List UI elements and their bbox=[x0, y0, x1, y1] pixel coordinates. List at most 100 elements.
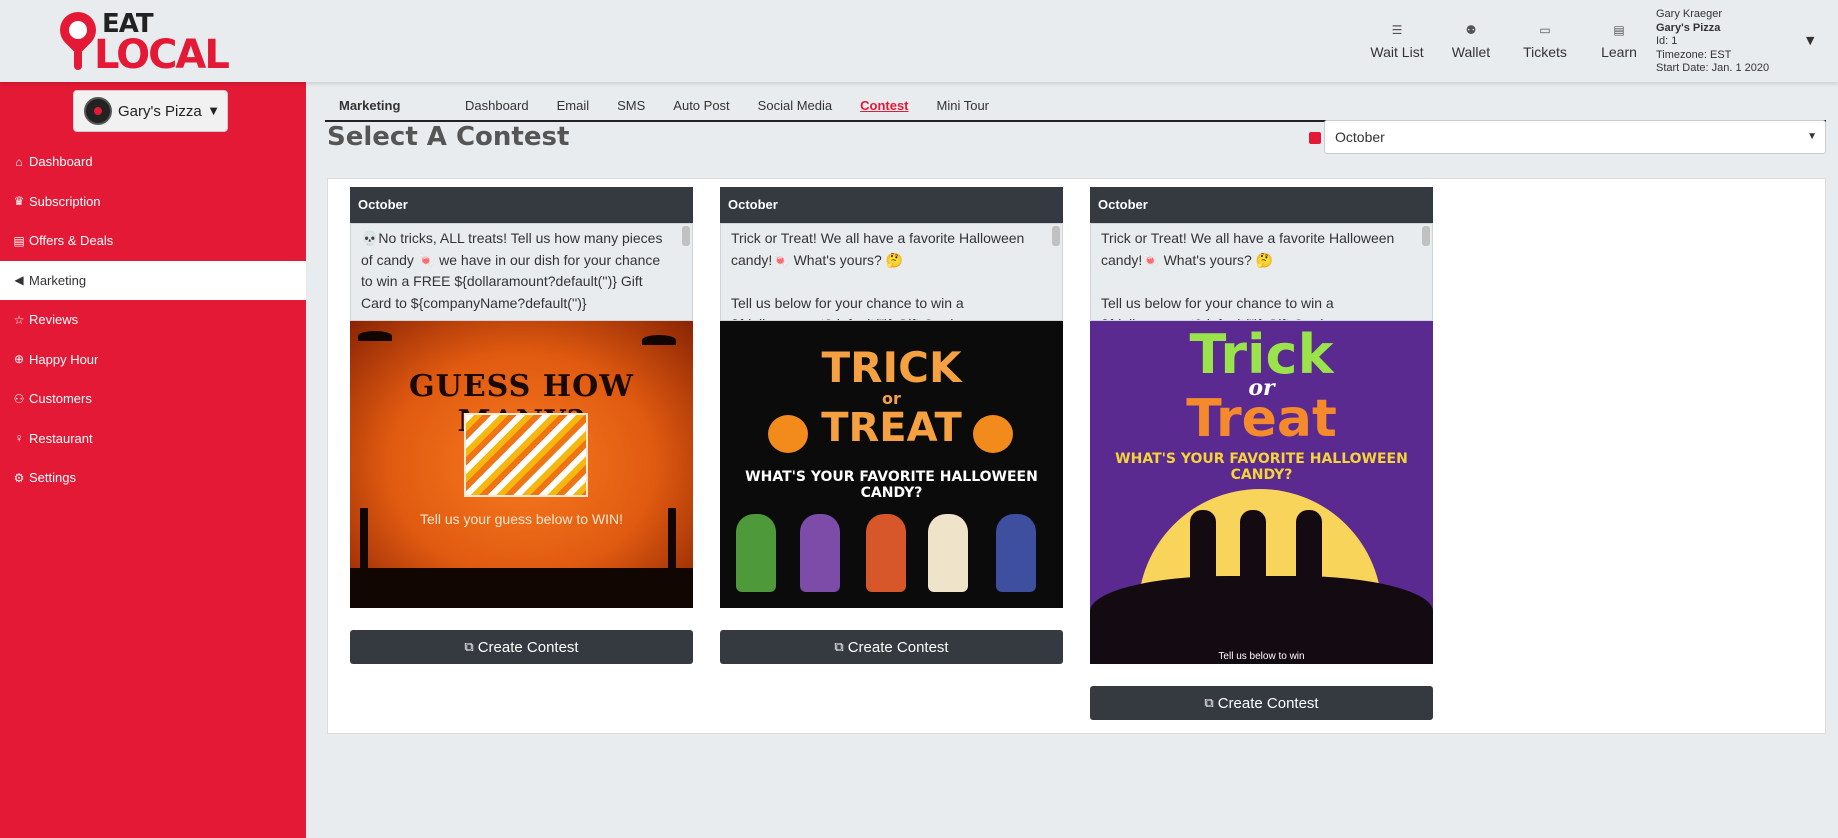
chevron-down-icon: ▼ bbox=[1807, 131, 1817, 142]
create-contest-button[interactable]: ⧉ Create Contest bbox=[1090, 686, 1433, 720]
card-header: October bbox=[350, 187, 693, 223]
contest-card: October Trick or Treat! We all have a fa… bbox=[720, 187, 1063, 664]
month-select-value: October bbox=[1335, 129, 1385, 145]
calendar-icon bbox=[1309, 132, 1321, 144]
contest-image: GUESS HOW MANY? Tell us your guess below… bbox=[350, 321, 693, 608]
sidebar-item-dashboard[interactable]: ⌂ Dashboard bbox=[0, 142, 306, 182]
top-nav-label: Tickets bbox=[1523, 44, 1567, 60]
top-nav: ☰ Wait List ⚉ Wallet ▭ Tickets ▤ Learn bbox=[1362, 22, 1658, 60]
contest-panel: October 💀No tricks, ALL treats! Tell us … bbox=[327, 178, 1826, 734]
sidebar-item-offers-deals[interactable]: ▤ Offers & Deals bbox=[0, 221, 306, 261]
ticket-icon: ▭ bbox=[1539, 23, 1551, 37]
user-id: Id: 1 bbox=[1656, 35, 1678, 47]
candy-jar-image bbox=[464, 413, 588, 497]
business-avatar bbox=[84, 97, 112, 125]
sidebar-item-label: Reviews bbox=[29, 312, 79, 328]
main-content: Marketing Dashboard Email SMS Auto Post … bbox=[306, 82, 1838, 838]
cocktail-icon: ⊕ bbox=[13, 352, 25, 367]
user-start-date: Start Date: Jan. 1 2020 bbox=[1656, 62, 1770, 74]
marketing-subnav: Marketing Dashboard Email SMS Auto Post … bbox=[325, 90, 1826, 122]
sidebar-item-label: Offers & Deals bbox=[29, 233, 114, 249]
witch-kid-figure bbox=[866, 514, 906, 592]
contest-image-subtitle: WHAT'S YOUR FAVORITE HALLOWEEN CANDY? bbox=[745, 469, 1038, 501]
top-nav-learn[interactable]: ▤ Learn bbox=[1584, 22, 1654, 60]
copy-icon: ⧉ bbox=[464, 639, 474, 654]
bat-shape bbox=[358, 331, 392, 341]
scrollbar-thumb[interactable] bbox=[682, 226, 690, 246]
copy-icon: ⧉ bbox=[1204, 695, 1214, 710]
top-nav-label: Wallet bbox=[1451, 44, 1491, 60]
sidebar-item-label: Happy Hour bbox=[29, 351, 99, 367]
sidebar-menu: ⌂ Dashboard ♛ Subscription ▤ Offers & De… bbox=[0, 142, 306, 498]
top-nav-wait-list[interactable]: ☰ Wait List bbox=[1362, 22, 1432, 60]
dinosaur-kid-figure bbox=[736, 514, 776, 592]
eat-local-logo[interactable]: EAT LOCAL bbox=[52, 4, 248, 76]
contest-image: Trick Treat or WHAT'S YOUR FAVORITE HALL… bbox=[1090, 321, 1433, 664]
top-nav-tickets[interactable]: ▭ Tickets bbox=[1510, 22, 1580, 60]
home-icon: ⌂ bbox=[15, 154, 23, 169]
contest-text-area[interactable]: Trick or Treat! We all have a favorite H… bbox=[720, 223, 1063, 321]
pumpkin-icon bbox=[973, 415, 1013, 453]
sidebar-item-settings[interactable]: ⚙ Settings bbox=[0, 458, 306, 498]
crown-icon: ♛ bbox=[13, 194, 25, 209]
book-icon: ▤ bbox=[1613, 23, 1625, 37]
logo-text-local: LOCAL bbox=[94, 32, 230, 78]
sidebar-item-label: Marketing bbox=[29, 272, 87, 288]
sidebar-item-subscription[interactable]: ♛ Subscription bbox=[0, 182, 306, 222]
create-contest-label: Create Contest bbox=[1217, 694, 1319, 712]
create-contest-button[interactable]: ⧉ Create Contest bbox=[720, 630, 1063, 664]
bat-shape bbox=[642, 335, 676, 345]
user-timezone: Timezone: EST bbox=[1656, 48, 1732, 61]
business-select-label: Gary's Pizza bbox=[118, 102, 202, 120]
tab-mini-tour[interactable]: Mini Tour bbox=[937, 98, 990, 113]
contest-text-area[interactable]: 💀No tricks, ALL treats! Tell us how many… bbox=[350, 223, 693, 321]
contest-card: October 💀No tricks, ALL treats! Tell us … bbox=[350, 187, 693, 664]
top-nav-wallet[interactable]: ⚉ Wallet bbox=[1436, 22, 1506, 60]
sidebar-item-reviews[interactable]: ☆ Reviews bbox=[0, 300, 306, 340]
scrollbar-thumb[interactable] bbox=[1052, 226, 1060, 246]
tab-email[interactable]: Email bbox=[557, 98, 590, 113]
card-header: October bbox=[1090, 187, 1433, 223]
contest-image-title-or: or bbox=[1248, 375, 1275, 401]
top-nav-label: Wait List bbox=[1370, 44, 1424, 60]
tab-contest[interactable]: Contest bbox=[860, 98, 908, 113]
page-title: Select A Contest bbox=[327, 122, 570, 152]
sidebar-item-marketing[interactable]: ◀ Marketing bbox=[0, 260, 306, 300]
pumpkin-icon bbox=[768, 415, 808, 453]
tab-social-media[interactable]: Social Media bbox=[758, 98, 832, 113]
fairy-kid-figure bbox=[928, 514, 968, 592]
sidebar-item-happy-hour[interactable]: ⊕ Happy Hour bbox=[0, 340, 306, 380]
user-business: Gary's Pizza bbox=[1656, 21, 1721, 34]
graveyard-silhouette bbox=[350, 568, 693, 608]
sidebar-item-label: Subscription bbox=[29, 193, 101, 209]
contest-card: October Trick or Treat! We all have a fa… bbox=[1090, 187, 1433, 720]
sidebar: Gary's Pizza ▼ ⌂ Dashboard ♛ Subscriptio… bbox=[0, 82, 306, 838]
money-bag-icon: ⚉ bbox=[1465, 23, 1477, 37]
scrollbar-thumb[interactable] bbox=[1422, 226, 1430, 246]
copy-icon: ⧉ bbox=[834, 639, 844, 654]
sidebar-item-restaurant[interactable]: ♀ Restaurant bbox=[0, 419, 306, 459]
top-nav-label: Learn bbox=[1601, 44, 1637, 60]
business-select-button[interactable]: Gary's Pizza ▼ bbox=[73, 90, 228, 132]
contest-image-caption: Tell us below to win bbox=[1218, 651, 1305, 662]
file-icon: ▤ bbox=[13, 233, 25, 248]
month-select[interactable]: October ▼ bbox=[1324, 120, 1826, 154]
user-menu-caret-icon[interactable]: ▼ bbox=[1806, 34, 1814, 47]
tab-dashboard[interactable]: Dashboard bbox=[465, 98, 529, 113]
subnav-title: Marketing bbox=[339, 97, 401, 113]
create-contest-label: Create Contest bbox=[477, 638, 579, 656]
tab-auto-post[interactable]: Auto Post bbox=[673, 98, 729, 113]
contest-text-area[interactable]: Trick or Treat! We all have a favorite H… bbox=[1090, 223, 1433, 321]
top-header: EAT LOCAL ☰ Wait List ⚉ Wallet ▭ Tickets… bbox=[0, 0, 1838, 82]
create-contest-button[interactable]: ⧉ Create Contest bbox=[350, 630, 693, 664]
megaphone-icon: ◀ bbox=[14, 273, 24, 288]
sidebar-item-label: Customers bbox=[29, 391, 92, 407]
sidebar-item-label: Restaurant bbox=[29, 430, 93, 446]
contest-image-subtitle: WHAT'S YOUR FAVORITE HALLOWEEN CANDY? bbox=[1115, 451, 1408, 483]
contest-image-title: TRICK bbox=[821, 343, 962, 392]
user-name: Gary Kraeger bbox=[1656, 8, 1723, 20]
star-icon: ☆ bbox=[13, 312, 25, 327]
location-pin-tail bbox=[74, 52, 82, 70]
sidebar-item-customers[interactable]: ⚇ Customers bbox=[0, 379, 306, 419]
tab-sms[interactable]: SMS bbox=[617, 98, 645, 113]
